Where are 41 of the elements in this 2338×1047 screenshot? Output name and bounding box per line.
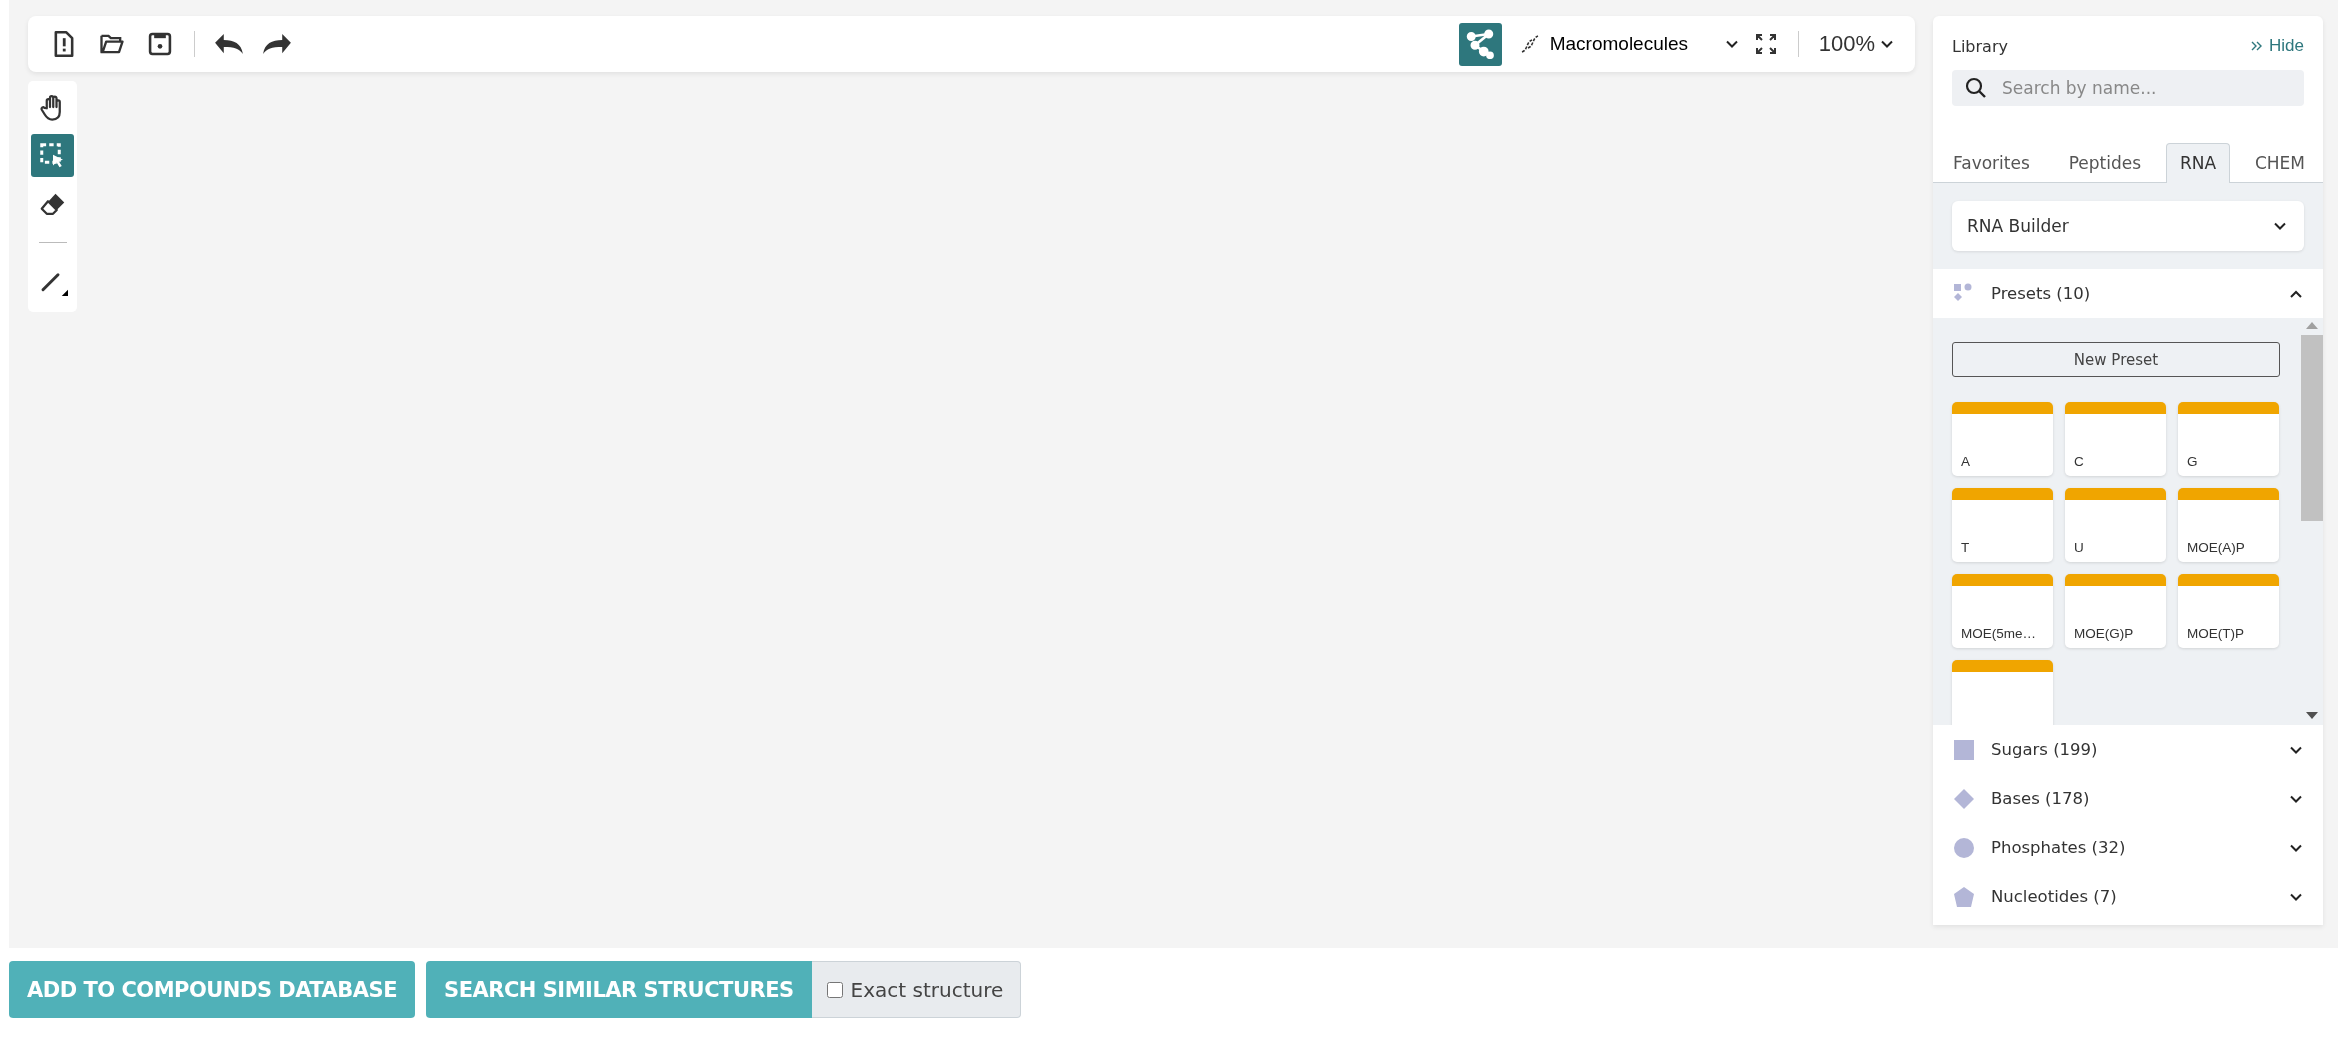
category-row[interactable]: Bases (178) [1933, 774, 2323, 823]
zoom-dropdown[interactable]: 100% [1814, 27, 1899, 61]
category-row[interactable]: Nucleotides (7) [1933, 872, 2323, 921]
selection-tool[interactable] [31, 134, 74, 177]
scrollbar-thumb[interactable] [2301, 335, 2323, 521]
scroll-down-icon[interactable] [2306, 712, 2318, 719]
layout-toggle-button[interactable] [1458, 22, 1502, 66]
category-row[interactable]: Phosphates (32) [1933, 823, 2323, 872]
library-tab[interactable]: RNA [2165, 143, 2231, 183]
mode-dropdown[interactable]: Macromolecules [1513, 28, 1744, 60]
diamond-icon [1953, 787, 1975, 810]
exact-checkbox[interactable] [826, 981, 843, 998]
library-tab[interactable]: Favorites [1939, 143, 2044, 183]
double-chevron-icon [2251, 40, 2264, 52]
square-icon [1953, 738, 1975, 761]
circle-icon [1953, 836, 1975, 859]
new-preset-button[interactable]: New Preset [1952, 342, 2280, 377]
panel-title: Library [1952, 36, 2008, 56]
preset-card[interactable]: U [2065, 488, 2166, 562]
search-field[interactable]: Search by name... [1952, 70, 2304, 106]
save-icon [146, 30, 174, 58]
checkbox-label: Exact structure [850, 977, 1004, 1002]
library-tab[interactable]: CHEM [2240, 143, 2319, 183]
pentagon-icon [1953, 885, 1975, 908]
preset-card[interactable]: C [2065, 402, 2166, 476]
preset-card[interactable]: MOE(5me… [1952, 574, 2053, 648]
preset-card[interactable]: MOE(T)P [2178, 574, 2279, 648]
fullscreen-icon [1753, 32, 1778, 56]
library-tab[interactable]: Peptides [2054, 143, 2156, 183]
presets-header[interactable]: Presets (10) [1933, 269, 2323, 318]
preset-card[interactable]: A [1952, 402, 2053, 476]
preset-card[interactable]: MOE(A)P [2178, 488, 2279, 562]
hide-button[interactable]: Hide [2251, 36, 2304, 56]
preset-card[interactable]: T [1952, 488, 2053, 562]
redo-icon [263, 34, 291, 54]
preset-card[interactable]: MOE(G)P [2065, 574, 2166, 648]
undo-icon [215, 34, 243, 54]
preset-card[interactable]: G [2178, 402, 2279, 476]
molecule-icon [1465, 29, 1496, 59]
builder-dropdown[interactable]: RNA Builder [1952, 201, 2304, 251]
category-row[interactable]: Sugars (199) [1933, 725, 2323, 774]
